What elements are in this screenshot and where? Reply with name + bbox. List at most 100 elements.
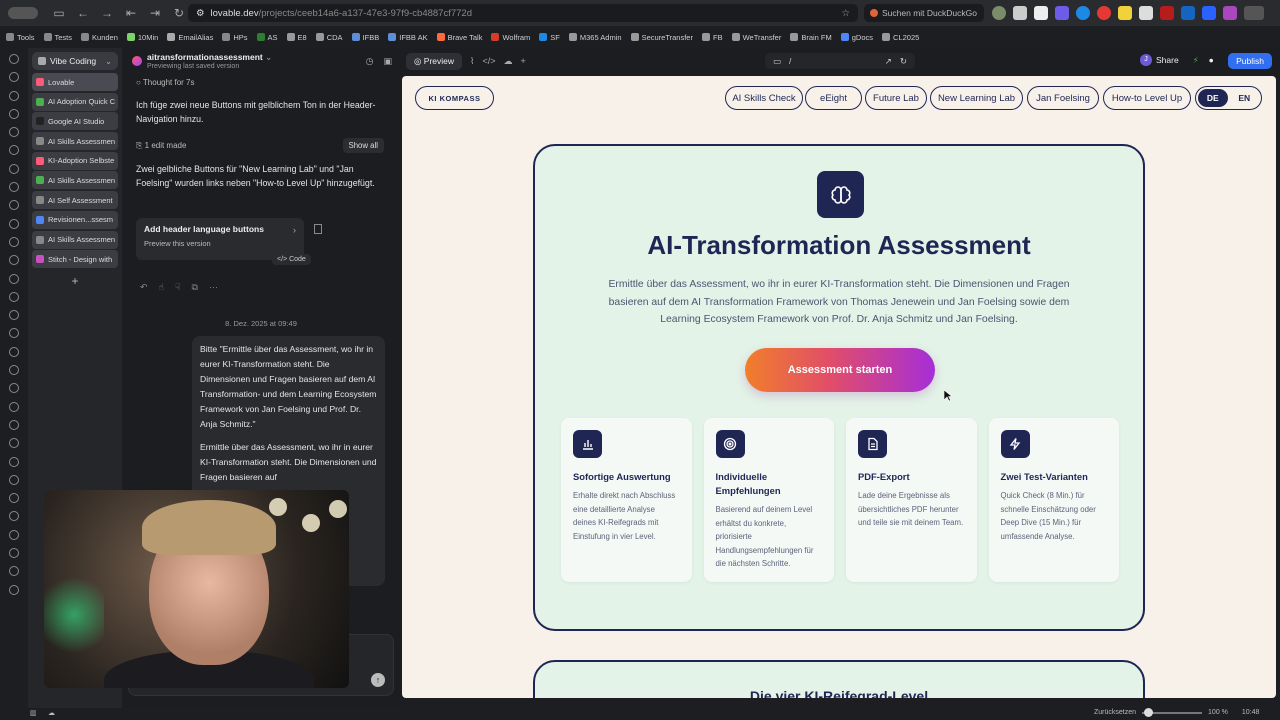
open-external-icon[interactable]: ↗ — [885, 56, 892, 67]
app-icon[interactable] — [9, 236, 19, 247]
start-assessment-button[interactable]: Assessment starten — [745, 348, 935, 392]
app-icon[interactable] — [9, 72, 19, 83]
nav-button[interactable]: Jan Foelsing — [1027, 86, 1099, 110]
tab-group[interactable]: Vibe Coding ⌄ — [32, 52, 118, 70]
app-icon[interactable] — [9, 310, 19, 321]
thumbs-down-icon[interactable]: ☟ — [175, 282, 180, 293]
app-icon[interactable] — [9, 493, 19, 504]
publish-button[interactable]: Publish — [1228, 53, 1272, 69]
zoom-slider[interactable] — [1142, 707, 1203, 717]
back-icon[interactable]: ← — [74, 6, 92, 20]
bookmark-item[interactable]: WeTransfer — [731, 33, 781, 42]
analytics-icon[interactable]: ⌇ — [470, 56, 474, 67]
bookmark-icon[interactable] — [314, 224, 322, 234]
app-icon[interactable] — [9, 346, 19, 357]
bookmark-item[interactable]: SecureTransfer — [630, 33, 693, 42]
tab-item[interactable]: AI Skills Assessmen — [32, 230, 118, 249]
nav-button[interactable]: AI Skills Check — [725, 86, 803, 110]
send-button[interactable]: ↑ — [371, 673, 385, 687]
bookmark-item[interactable]: AS — [256, 33, 278, 42]
share-button[interactable]: J Share ⚡ ● — [1140, 54, 1214, 66]
extension-icon[interactable] — [1181, 6, 1195, 20]
code-view-icon[interactable]: </> — [482, 56, 495, 66]
app-icon[interactable] — [9, 419, 19, 430]
show-all-button[interactable]: Show all — [342, 138, 384, 153]
extension-icon[interactable] — [1223, 6, 1237, 20]
bookmark-star-icon[interactable]: ☆ — [841, 8, 850, 19]
bookmark-item[interactable]: EmailAlias — [167, 33, 213, 42]
reset-zoom-button[interactable]: Zurücksetzen — [1094, 709, 1136, 716]
bolt-icon[interactable]: ⚡ — [1193, 55, 1199, 66]
app-icon[interactable] — [9, 255, 19, 266]
lang-de-button[interactable]: DE — [1198, 89, 1228, 107]
app-icon[interactable] — [9, 145, 19, 156]
app-icon[interactable] — [9, 328, 19, 339]
bookmark-item[interactable]: M365 Admin — [568, 33, 622, 42]
first-icon[interactable]: ⇤ — [122, 6, 140, 20]
chevron-down-icon[interactable]: ⌄ — [265, 52, 272, 62]
app-icon[interactable] — [9, 127, 19, 138]
layout-icon[interactable]: ▥ — [30, 709, 37, 717]
bookmark-item[interactable]: 10Min — [126, 33, 158, 42]
bookmark-item[interactable]: FB — [701, 33, 723, 42]
nav-button[interactable]: New Learning Lab — [930, 86, 1023, 110]
extension-icon[interactable] — [1097, 6, 1111, 20]
new-tab-button[interactable]: + — [32, 274, 118, 288]
address-bar[interactable]: ⚙ lovable.dev/projects/ceeb14a6-a137-47e… — [188, 4, 858, 22]
lang-en-button[interactable]: EN — [1230, 89, 1260, 107]
app-icon[interactable] — [9, 401, 19, 412]
tab-item[interactable]: AI Skills Assessmen — [32, 171, 118, 190]
search-field[interactable]: Suchen mit DuckDuckGo — [864, 4, 984, 22]
bookmark-item[interactable]: SF — [539, 33, 560, 42]
add-icon[interactable]: + — [520, 56, 525, 66]
tab-item[interactable]: Google AI Studio — [32, 112, 118, 131]
preview-path-field[interactable]: ▭ / ↗ ↻ — [765, 53, 915, 69]
sidebar-toggle-icon[interactable] — [8, 7, 38, 19]
reload-icon[interactable]: ↻ — [170, 6, 188, 20]
thumbs-up-icon[interactable]: ☝ — [159, 282, 164, 293]
bookmark-item[interactable]: IFBB AK — [388, 33, 428, 42]
tab-item[interactable]: KI-Adoption Selbste — [32, 151, 118, 170]
extension-icon[interactable] — [1013, 6, 1027, 20]
app-icon[interactable] — [9, 566, 19, 577]
more-icon[interactable]: ··· — [209, 282, 218, 293]
chevron-down-icon[interactable]: ⌄ — [105, 56, 112, 67]
app-icon[interactable] — [9, 548, 19, 559]
site-logo[interactable]: KI KOMPASS — [415, 86, 494, 110]
bookmark-item[interactable]: CL2025 — [882, 33, 919, 42]
bookmark-item[interactable]: Tools — [6, 33, 35, 42]
bookmark-item[interactable]: CDA — [315, 33, 343, 42]
nav-button[interactable]: Future Lab — [865, 86, 927, 110]
profile-avatar-icon[interactable] — [992, 6, 1006, 20]
app-icon[interactable] — [9, 438, 19, 449]
app-icon[interactable] — [9, 511, 19, 522]
extension-icon[interactable] — [1202, 6, 1216, 20]
extension-icon[interactable] — [1055, 6, 1069, 20]
code-button[interactable]: </> Code — [272, 254, 311, 265]
bookmark-item[interactable]: Brave Talk — [436, 33, 482, 42]
app-icon[interactable] — [9, 182, 19, 193]
app-icon[interactable] — [9, 365, 19, 376]
extension-icon[interactable] — [1160, 6, 1174, 20]
tab-item[interactable]: Revisionen...ssesm — [32, 210, 118, 229]
tab-item[interactable]: AI Adoption Quick C — [32, 92, 118, 111]
bookmark-item[interactable]: Wolfram — [491, 33, 530, 42]
history-icon[interactable]: ◷ — [366, 56, 374, 67]
app-icon[interactable] — [9, 54, 19, 64]
tab-item[interactable]: AI Skills Assessmen — [32, 132, 118, 151]
app-icon[interactable] — [9, 218, 19, 229]
nav-button[interactable]: eEight — [805, 86, 862, 110]
app-icon[interactable] — [9, 456, 19, 467]
site-settings-icon[interactable]: ⚙ — [196, 8, 205, 19]
project-header[interactable]: aitransformationassessment ⌄ Previewing … — [122, 48, 400, 74]
app-icon[interactable] — [9, 474, 19, 485]
extension-icon[interactable] — [1034, 6, 1048, 20]
bookmark-item[interactable]: E8 — [286, 33, 307, 42]
refresh-icon[interactable]: ↻ — [900, 56, 907, 67]
undo-icon[interactable]: ↶ — [140, 282, 148, 293]
bookmark-item[interactable]: Kunden — [81, 33, 118, 42]
app-icon[interactable] — [9, 200, 19, 211]
bookmark-item[interactable]: Tests — [43, 33, 72, 42]
github-icon[interactable]: ● — [1209, 55, 1214, 65]
tab-item[interactable]: AI Self Assessment — [32, 191, 118, 210]
